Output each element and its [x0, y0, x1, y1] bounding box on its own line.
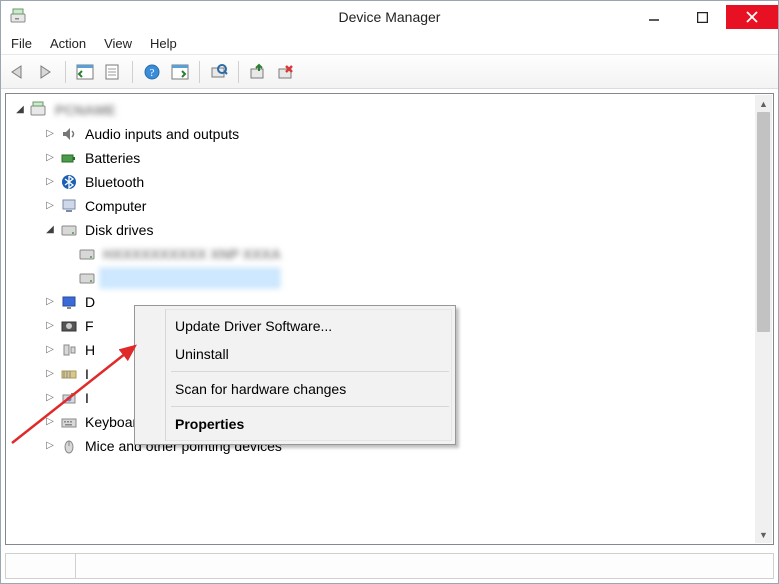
close-button[interactable]	[726, 5, 778, 29]
ide-icon	[60, 365, 78, 383]
menu-file[interactable]: File	[11, 36, 32, 51]
disk-icon	[78, 245, 96, 263]
toolbar-separator	[65, 61, 66, 83]
speaker-icon	[60, 125, 78, 143]
disk-icon	[60, 221, 78, 239]
forward-button[interactable]	[33, 59, 59, 85]
toolbar-separator	[199, 61, 200, 83]
tree-item-disk[interactable]: HXXXXXXXXXX XNP XXXA	[8, 242, 771, 266]
help-button[interactable]: ?	[139, 59, 165, 85]
bluetooth-icon	[60, 173, 78, 191]
properties-button[interactable]	[100, 59, 126, 85]
status-bar	[1, 549, 778, 583]
caption-buttons	[630, 5, 778, 29]
tree-category-audio[interactable]: ▷ Audio inputs and outputs	[8, 122, 771, 146]
menu-bar: File Action View Help	[1, 33, 778, 55]
menu-view[interactable]: View	[104, 36, 132, 51]
menu-item-update-driver[interactable]: Update Driver Software...	[139, 312, 451, 340]
disk-icon	[78, 269, 96, 287]
tree-label: Disk drives	[82, 221, 156, 240]
show-hide-console-tree-button[interactable]	[72, 59, 98, 85]
display-icon	[60, 293, 78, 311]
toolbar-separator	[132, 61, 133, 83]
status-pane-left	[5, 553, 75, 579]
svg-text:?: ?	[150, 67, 155, 79]
menu-item-scan-hardware[interactable]: Scan for hardware changes	[139, 375, 451, 403]
tree-label: I	[82, 365, 92, 384]
tree-label: Bluetooth	[82, 173, 147, 192]
dvd-icon	[60, 317, 78, 335]
tree-label: Batteries	[82, 149, 143, 168]
vertical-scrollbar[interactable]: ▲ ▼	[755, 95, 772, 543]
imaging-icon	[60, 389, 78, 407]
toolbar-separator	[238, 61, 239, 83]
scan-hardware-button[interactable]	[206, 59, 232, 85]
expand-icon[interactable]: ▷	[44, 368, 56, 380]
scroll-up-button[interactable]: ▲	[755, 95, 772, 112]
tree-label: Computer	[82, 197, 149, 216]
minimize-button[interactable]	[630, 5, 678, 29]
scroll-down-button[interactable]: ▼	[755, 526, 772, 543]
tree-category-computer[interactable]: ▷ Computer	[8, 194, 771, 218]
expand-icon[interactable]: ▷	[44, 392, 56, 404]
keyboard-icon	[60, 413, 78, 431]
menu-item-label: Scan for hardware changes	[175, 381, 346, 397]
menu-item-label: Properties	[175, 416, 244, 432]
tree-item-label: HXXXXXXXXXX XNP XXXA	[100, 245, 284, 264]
menu-item-label: Update Driver Software...	[175, 318, 332, 334]
expand-icon[interactable]: ▷	[44, 152, 56, 164]
collapse-icon[interactable]: ◢	[44, 224, 56, 236]
tree-item-label	[100, 268, 280, 289]
title-bar: Device Manager	[1, 1, 778, 33]
expand-icon[interactable]: ▷	[44, 344, 56, 356]
menu-divider	[171, 371, 449, 372]
tree-root[interactable]: ◢ PCNAME	[8, 98, 771, 122]
expand-icon[interactable]: ▷	[44, 416, 56, 428]
tree-label: Audio inputs and outputs	[82, 125, 242, 144]
tree-root-label: PCNAME	[52, 101, 119, 120]
tree-label: F	[82, 317, 97, 336]
mouse-icon	[60, 437, 78, 455]
back-button[interactable]	[5, 59, 31, 85]
scroll-thumb[interactable]	[757, 112, 770, 332]
expand-icon[interactable]: ▷	[44, 200, 56, 212]
context-menu: Update Driver Software... Uninstall Scan…	[134, 305, 456, 445]
expand-icon[interactable]: ▷	[44, 440, 56, 452]
menu-item-properties[interactable]: Properties	[139, 410, 451, 438]
tree-item-disk-selected[interactable]	[8, 266, 771, 290]
status-pane-right	[75, 553, 774, 579]
action-button[interactable]	[167, 59, 193, 85]
menu-item-uninstall[interactable]: Uninstall	[139, 340, 451, 368]
tree-label: H	[82, 341, 98, 360]
menu-divider	[171, 406, 449, 407]
expand-icon[interactable]: ▷	[44, 128, 56, 140]
computer-icon	[60, 197, 78, 215]
menu-help[interactable]: Help	[150, 36, 177, 51]
scroll-track[interactable]	[755, 112, 772, 526]
battery-icon	[60, 149, 78, 167]
expand-icon[interactable]: ▷	[44, 176, 56, 188]
expand-icon[interactable]: ▷	[44, 296, 56, 308]
tree-label: D	[82, 293, 98, 312]
maximize-button[interactable]	[678, 5, 726, 29]
tree-category-disk-drives[interactable]: ◢ Disk drives	[8, 218, 771, 242]
tree-label: I	[82, 389, 92, 408]
app-icon	[9, 7, 29, 27]
device-manager-window: Device Manager File Action View Help	[0, 0, 779, 584]
expand-icon[interactable]: ◢	[14, 104, 26, 116]
tree-category-bluetooth[interactable]: ▷ Bluetooth	[8, 170, 771, 194]
menu-item-label: Uninstall	[175, 346, 229, 362]
menu-action[interactable]: Action	[50, 36, 86, 51]
tree-category-batteries[interactable]: ▷ Batteries	[8, 146, 771, 170]
hid-icon	[60, 341, 78, 359]
expand-icon[interactable]: ▷	[44, 320, 56, 332]
update-driver-button[interactable]	[245, 59, 271, 85]
toolbar: ?	[1, 55, 778, 89]
uninstall-button[interactable]	[273, 59, 299, 85]
computer-icon	[30, 101, 48, 119]
